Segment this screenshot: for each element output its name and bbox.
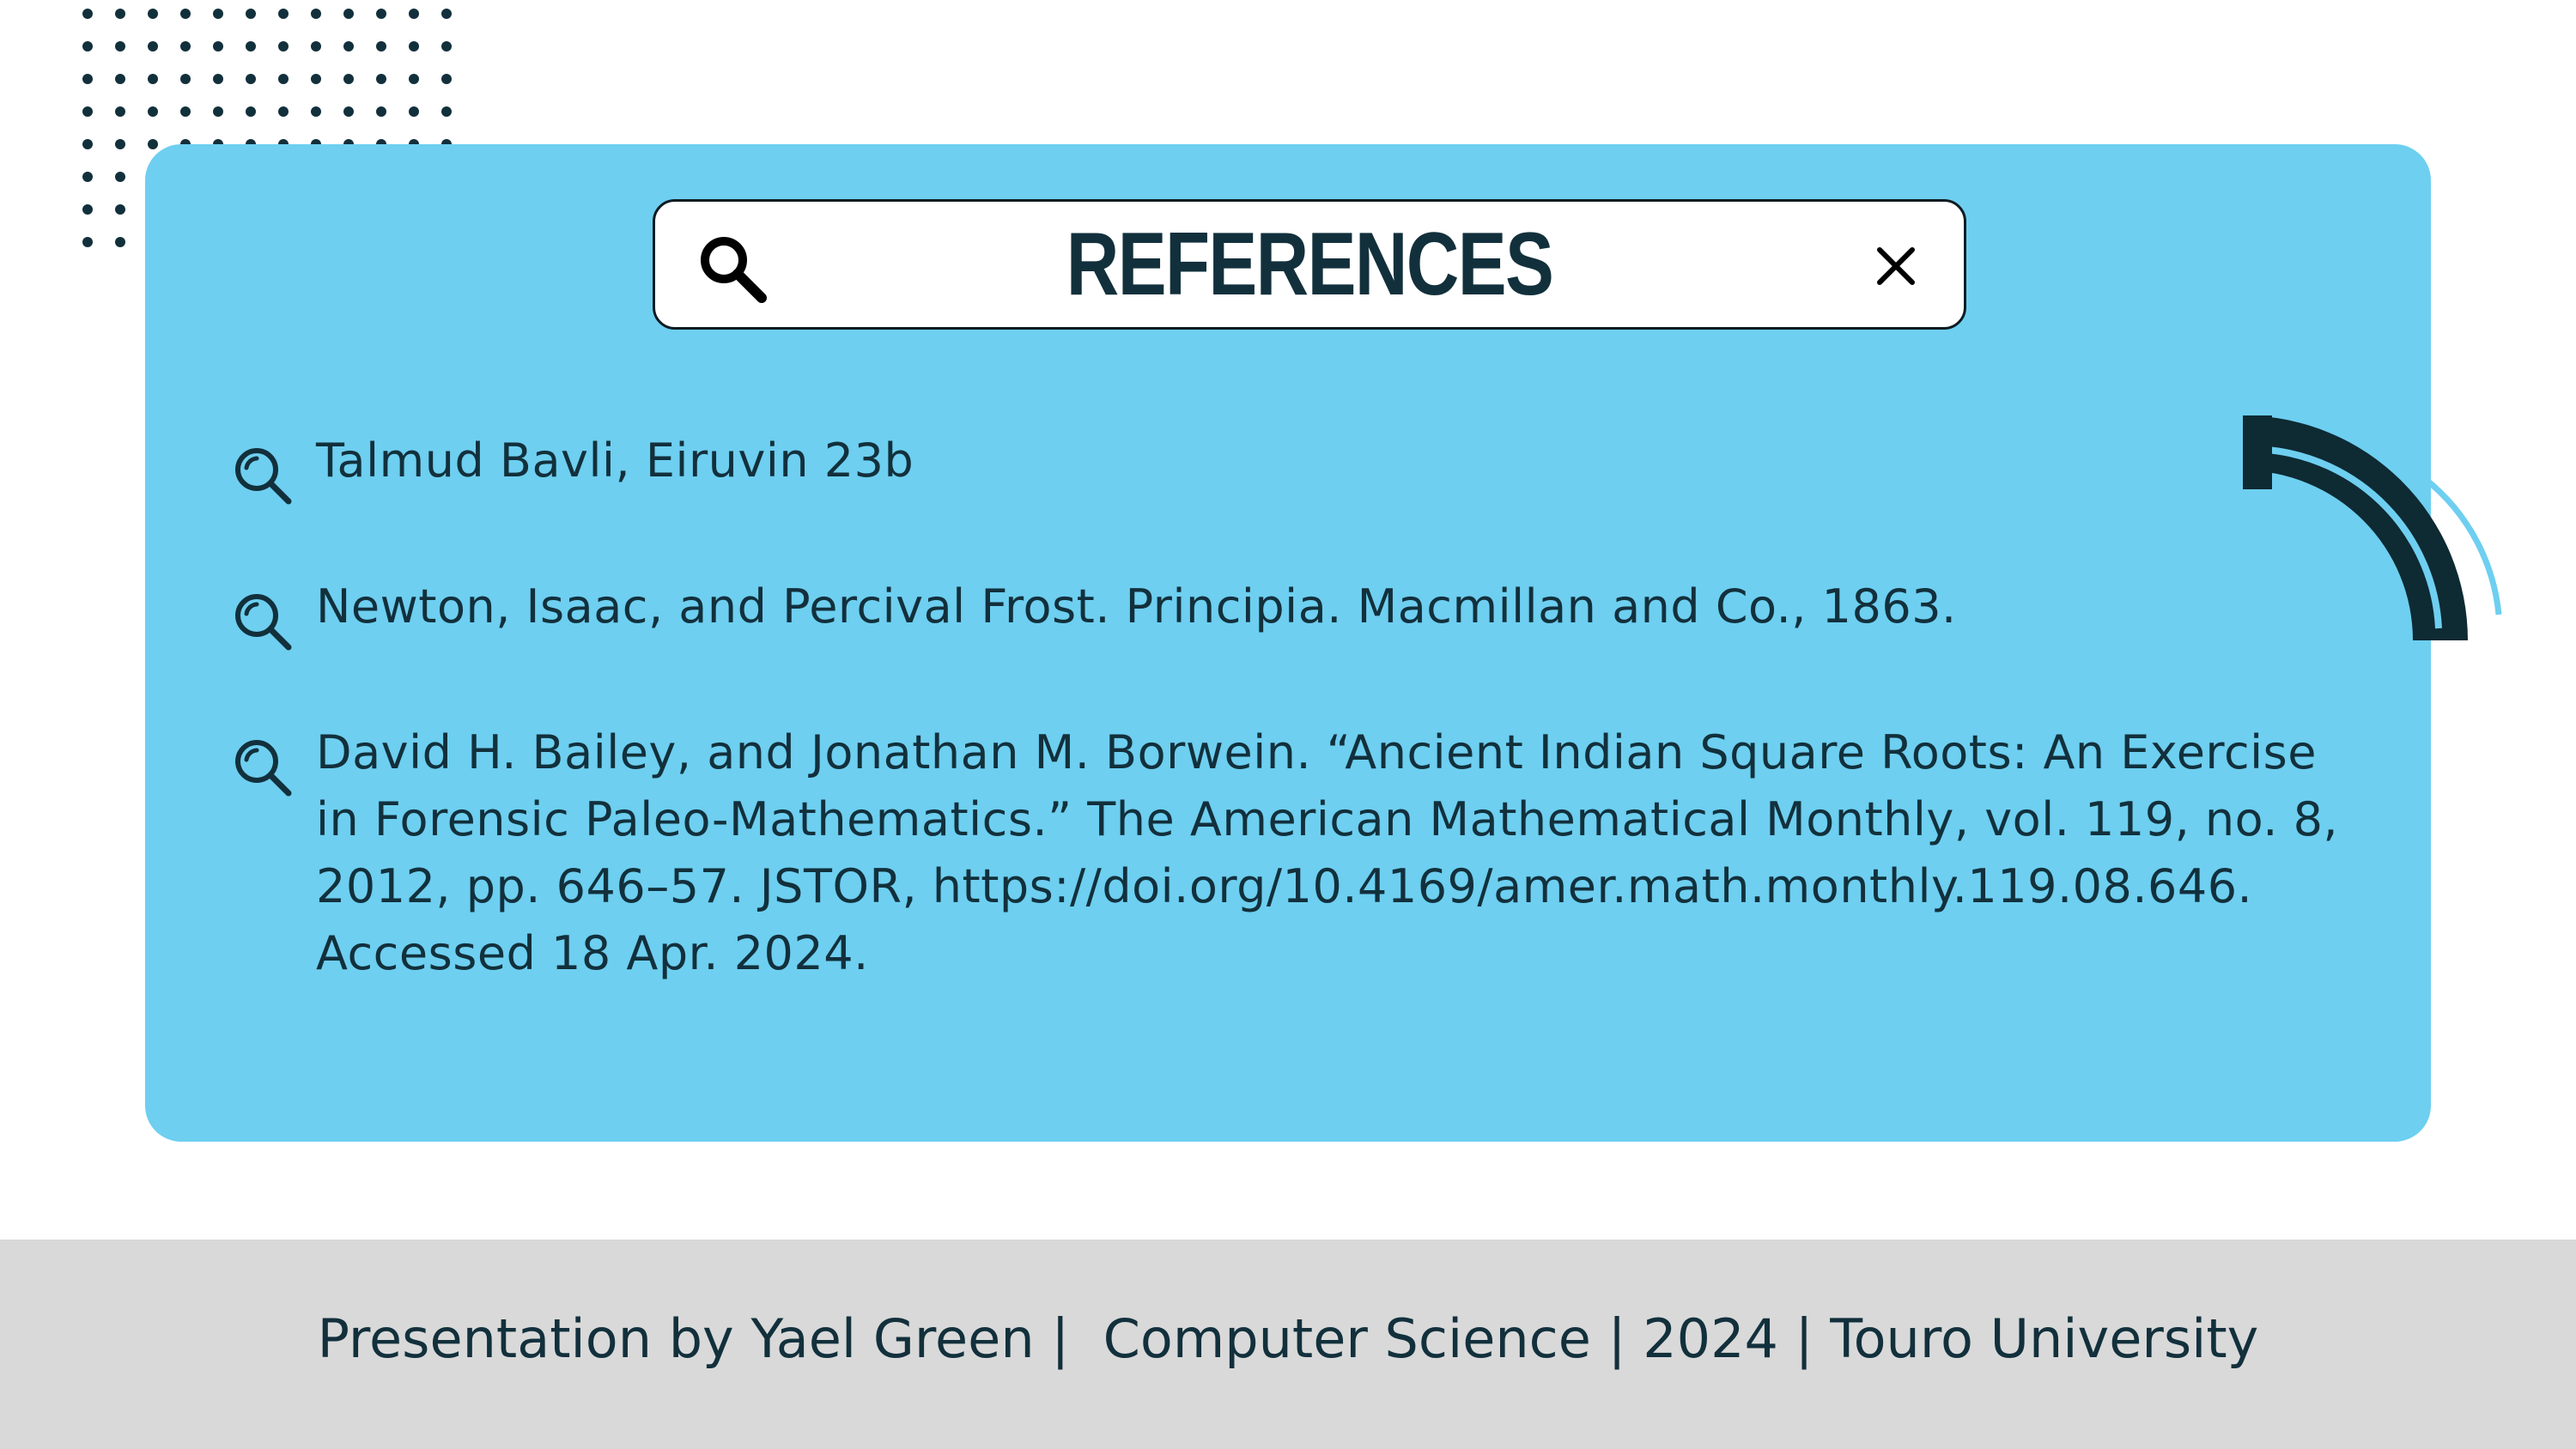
decoration-dot xyxy=(180,106,191,117)
decoration-dot xyxy=(115,41,125,52)
decoration-dot xyxy=(278,74,289,84)
decoration-dot xyxy=(82,237,93,247)
decoration-dot xyxy=(115,139,125,149)
decoration-dot xyxy=(115,106,125,117)
magnifier-icon xyxy=(235,740,292,797)
reference-text: Newton, Isaac, and Percival Frost. Princ… xyxy=(316,579,1957,634)
decoration-dot xyxy=(246,74,256,84)
decoration-dot xyxy=(82,139,93,149)
decoration-dot xyxy=(148,9,158,19)
decoration-dot xyxy=(82,74,93,84)
decoration-dot xyxy=(409,41,419,52)
decoration-dot xyxy=(180,41,191,52)
decoration-dot xyxy=(246,9,256,19)
decoration-dot xyxy=(376,106,386,117)
footer-band: Presentation by Yael Green | Computer Sc… xyxy=(0,1240,2576,1449)
decoration-dot xyxy=(409,106,419,117)
decoration-dot xyxy=(82,204,93,215)
references-search-bar: REFERENCES xyxy=(653,199,1966,330)
decoration-dot xyxy=(115,172,125,182)
decoration-dot xyxy=(246,41,256,52)
decoration-dot xyxy=(148,106,158,117)
decoration-dot xyxy=(376,74,386,84)
magnifier-icon xyxy=(235,594,292,651)
decoration-dot xyxy=(180,74,191,84)
decoration-dot xyxy=(376,41,386,52)
decoration-dot xyxy=(311,106,321,117)
decoration-dot xyxy=(115,204,125,215)
decoration-dot xyxy=(213,41,223,52)
footer-credits: Presentation by Yael Green | Computer Sc… xyxy=(317,1307,2259,1370)
close-icon[interactable] xyxy=(1874,245,1917,288)
decoration-dot xyxy=(115,9,125,19)
decoration-dot xyxy=(213,106,223,117)
decoration-dot xyxy=(82,106,93,117)
decoration-dot xyxy=(441,9,452,19)
decoration-dot xyxy=(343,74,354,84)
magnifier-icon xyxy=(235,448,292,505)
decoration-dot xyxy=(311,41,321,52)
decoration-dot xyxy=(343,9,354,19)
decoration-dot xyxy=(82,172,93,182)
decoration-dot xyxy=(441,74,452,84)
search-icon xyxy=(701,237,767,303)
decoration-dot xyxy=(311,9,321,19)
arc-decoration xyxy=(2243,415,2502,640)
decoration-dot xyxy=(278,41,289,52)
decoration-dot xyxy=(441,106,452,117)
reference-text: Talmud Bavli, Eiruvin 23b xyxy=(316,433,914,488)
decoration-dot xyxy=(343,106,354,117)
decoration-dot xyxy=(82,9,93,19)
decoration-dot xyxy=(115,74,125,84)
decoration-dot xyxy=(180,9,191,19)
decoration-dot xyxy=(278,9,289,19)
decoration-dot xyxy=(82,41,93,52)
decoration-dot xyxy=(148,74,158,84)
decoration-dot xyxy=(148,41,158,52)
decoration-dot xyxy=(278,106,289,117)
decoration-dot xyxy=(148,139,158,149)
reference-text: David H. Bailey, and Jonathan M. Borwein… xyxy=(316,725,2339,980)
decoration-dot xyxy=(409,74,419,84)
decoration-dot xyxy=(311,74,321,84)
page-title: REFERENCES xyxy=(1066,215,1554,314)
decoration-dot xyxy=(441,41,452,52)
decoration-dot xyxy=(376,9,386,19)
decoration-dot xyxy=(213,9,223,19)
decoration-dot xyxy=(246,106,256,117)
decoration-dot xyxy=(115,237,125,247)
decoration-dot xyxy=(409,9,419,19)
decoration-dot xyxy=(213,74,223,84)
decoration-dot xyxy=(343,41,354,52)
